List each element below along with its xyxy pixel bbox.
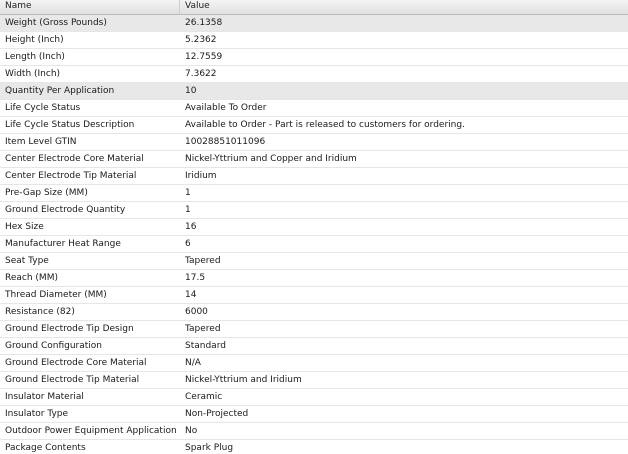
column-header-value[interactable]: Value xyxy=(180,0,628,14)
table-row[interactable]: Length (Inch) 12.7559 xyxy=(0,49,628,66)
row-value-cell: Available to Order - Part is released to… xyxy=(185,120,465,130)
table-row[interactable]: Height (Inch) 5.2362 xyxy=(0,32,628,49)
row-value-cell: 12.7559 xyxy=(185,52,223,62)
table-row[interactable]: Center Electrode Tip Material Iridium xyxy=(0,168,628,185)
table-row[interactable]: Manufacturer Heat Range 6 xyxy=(0,236,628,253)
row-name-cell: Height (Inch) xyxy=(5,35,64,45)
row-value-cell: 16 xyxy=(185,222,197,232)
row-value-cell: Nickel-Yttrium and Iridium xyxy=(185,375,302,385)
row-value-cell: Tapered xyxy=(185,324,221,334)
row-name-cell: Reach (MM) xyxy=(5,273,58,283)
column-header-name[interactable]: Name xyxy=(0,0,180,14)
row-value-cell: Standard xyxy=(185,341,226,351)
table-row[interactable]: Resistance (82) 6000 xyxy=(0,304,628,321)
row-name-cell: Life Cycle Status Description xyxy=(5,120,135,130)
row-name-cell: Insulator Type xyxy=(5,409,69,419)
row-value-cell: 6 xyxy=(185,239,191,249)
table-row[interactable]: Ground Electrode Tip Design Tapered xyxy=(0,321,628,338)
row-name-cell: Seat Type xyxy=(5,256,49,266)
row-value-cell: 1 xyxy=(185,205,191,215)
row-name-cell: Ground Configuration xyxy=(5,341,103,351)
row-name-cell: Hex Size xyxy=(5,222,44,232)
table-row[interactable]: Pre-Gap Size (MM) 1 xyxy=(0,185,628,202)
table-row[interactable]: Insulator Type Non-Projected xyxy=(0,406,628,423)
row-name-cell: Width (Inch) xyxy=(5,69,61,79)
row-name-cell: Manufacturer Heat Range xyxy=(5,239,121,249)
row-value-cell: Available To Order xyxy=(185,103,267,113)
grid-header: Name Value xyxy=(0,0,628,15)
row-name-cell: Life Cycle Status xyxy=(5,103,81,113)
row-name-cell: Resistance (82) xyxy=(5,307,75,317)
row-name-cell: Center Electrode Core Material xyxy=(5,154,144,164)
table-row[interactable]: Life Cycle Status Available To Order xyxy=(0,100,628,117)
row-name-cell: Quantity Per Application xyxy=(5,86,115,96)
table-row[interactable]: Seat Type Tapered xyxy=(0,253,628,270)
table-row[interactable]: Outdoor Power Equipment Application No xyxy=(0,423,628,440)
row-name-cell: Center Electrode Tip Material xyxy=(5,171,137,181)
row-name-cell: Weight (Gross Pounds) xyxy=(5,18,107,28)
row-value-cell: Nickel-Yttrium and Copper and Iridium xyxy=(185,154,357,164)
table-row[interactable]: Ground Configuration Standard xyxy=(0,338,628,355)
table-row[interactable]: Thread Diameter (MM) 14 xyxy=(0,287,628,304)
row-value-cell: Iridium xyxy=(185,171,217,181)
table-row[interactable]: Ground Electrode Tip Material Nickel-Yttr… xyxy=(0,372,628,389)
table-row[interactable]: Reach (MM) 17.5 xyxy=(0,270,628,287)
row-name-cell: Item Level GTIN xyxy=(5,137,77,147)
row-name-cell: Ground Electrode Quantity xyxy=(5,205,126,215)
row-name-cell: Ground Electrode Core Material xyxy=(5,358,147,368)
row-value-cell: 6000 xyxy=(185,307,208,317)
attributes-grid: Name Value Weight (Gross Pounds) 26.1358 H… xyxy=(0,0,628,454)
row-value-cell: Non-Projected xyxy=(185,409,249,419)
row-name-cell: Ground Electrode Tip Design xyxy=(5,324,134,334)
table-row[interactable]: Center Electrode Core Material Nickel-Ytt… xyxy=(0,151,628,168)
table-row[interactable]: Item Level GTIN 10028851011096 xyxy=(0,134,628,151)
row-value-cell: 10028851011096 xyxy=(185,137,266,147)
table-row[interactable]: Life Cycle Status Description Available t… xyxy=(0,117,628,134)
row-value-cell: 10 xyxy=(185,86,197,96)
row-value-cell: 14 xyxy=(185,290,197,300)
row-name-cell: Pre-Gap Size (MM) xyxy=(5,188,88,198)
row-name-cell: Thread Diameter (MM) xyxy=(5,290,107,300)
row-value-cell: 7.3622 xyxy=(185,69,217,79)
table-row[interactable]: Width (Inch) 7.3622 xyxy=(0,66,628,83)
row-value-cell: 17.5 xyxy=(185,273,206,283)
table-row[interactable]: Ground Electrode Quantity 1 xyxy=(0,202,628,219)
row-value-cell: No xyxy=(185,426,198,436)
row-name-cell: Insulator Material xyxy=(5,392,84,402)
row-name-cell: Outdoor Power Equipment Application xyxy=(5,426,177,436)
row-value-cell: 5.2362 xyxy=(185,35,217,45)
table-row[interactable]: Weight (Gross Pounds) 26.1358 xyxy=(0,15,628,32)
table-row[interactable]: Package Contents Spark Plug xyxy=(0,440,628,454)
row-value-cell: 1 xyxy=(185,188,191,198)
row-name-cell: Package Contents xyxy=(5,443,86,453)
row-name-cell: Length (Inch) xyxy=(5,52,65,62)
row-value-cell: 26.1358 xyxy=(185,18,223,28)
table-row[interactable]: Ground Electrode Core Material N/A xyxy=(0,355,628,372)
row-value-cell: Tapered xyxy=(185,256,221,266)
table-row[interactable]: Hex Size 16 xyxy=(0,219,628,236)
row-value-cell: N/A xyxy=(185,358,201,368)
row-value-cell: Spark Plug xyxy=(185,443,234,453)
grid-body: Weight (Gross Pounds) 26.1358 Height (Inch… xyxy=(0,15,628,454)
row-value-cell: Ceramic xyxy=(185,392,223,402)
row-name-cell: Ground Electrode Tip Material xyxy=(5,375,140,385)
table-row[interactable]: Insulator Material Ceramic xyxy=(0,389,628,406)
table-row[interactable]: Quantity Per Application 10 xyxy=(0,83,628,100)
